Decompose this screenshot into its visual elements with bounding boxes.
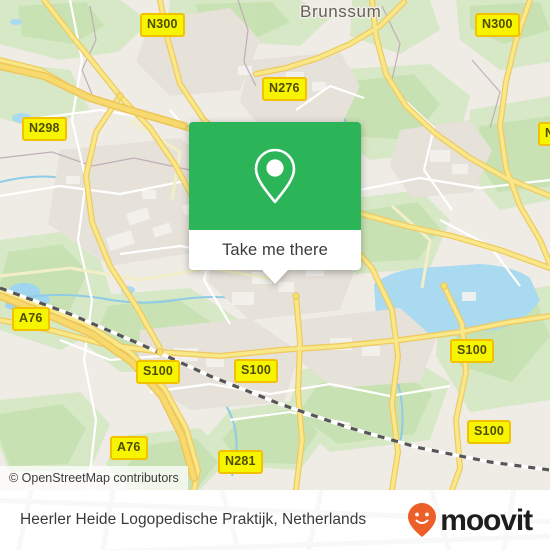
road-shield-a76-north[interactable]: A76 [12, 307, 50, 331]
osm-attribution-text: © OpenStreetMap contributors [9, 471, 179, 485]
moovit-pin-smiley-icon [408, 503, 437, 537]
road-shield-a76-south[interactable]: A76 [110, 436, 148, 460]
popup-cta-panel[interactable]: Take me there [189, 230, 361, 270]
road-shield-s100-southeast[interactable]: S100 [467, 420, 511, 444]
place-label-brunssum: Brunssum [300, 2, 382, 21]
road-shield-n-edge[interactable]: N [538, 122, 550, 146]
road-shield-n300-west[interactable]: N300 [140, 13, 185, 37]
road-shield-n276[interactable]: N276 [262, 77, 307, 101]
moovit-wordmark: moovit [440, 503, 533, 537]
osm-attribution[interactable]: © OpenStreetMap contributors [0, 466, 188, 490]
popup-tail-arrow [262, 270, 288, 284]
road-shield-n300-east[interactable]: N300 [475, 13, 520, 37]
road-shield-s100-west[interactable]: S100 [136, 360, 180, 384]
location-popup-card[interactable]: Take me there [189, 122, 361, 284]
moovit-logo[interactable]: moovit [407, 502, 533, 538]
map-pin-icon [254, 148, 296, 204]
moovit-map-screenshot: Brunssum N300 N300 N276 N298 N A76 S100 … [0, 0, 550, 550]
place-title: Heerler Heide Logopedische Praktijk, Net… [20, 511, 367, 528]
take-me-there-label: Take me there [222, 240, 328, 259]
footer-content: Heerler Heide Logopedische Praktijk, Net… [0, 490, 550, 550]
road-shield-s100-east[interactable]: S100 [450, 339, 494, 363]
popup-icon-panel [189, 122, 361, 230]
road-shield-n281[interactable]: N281 [218, 450, 263, 474]
map-canvas[interactable]: Brunssum N300 N300 N276 N298 N A76 S100 … [0, 0, 550, 490]
footer-bar: Heerler Heide Logopedische Praktijk, Net… [0, 490, 550, 550]
road-shield-n298[interactable]: N298 [22, 117, 67, 141]
road-shield-s100-mid[interactable]: S100 [234, 359, 278, 383]
